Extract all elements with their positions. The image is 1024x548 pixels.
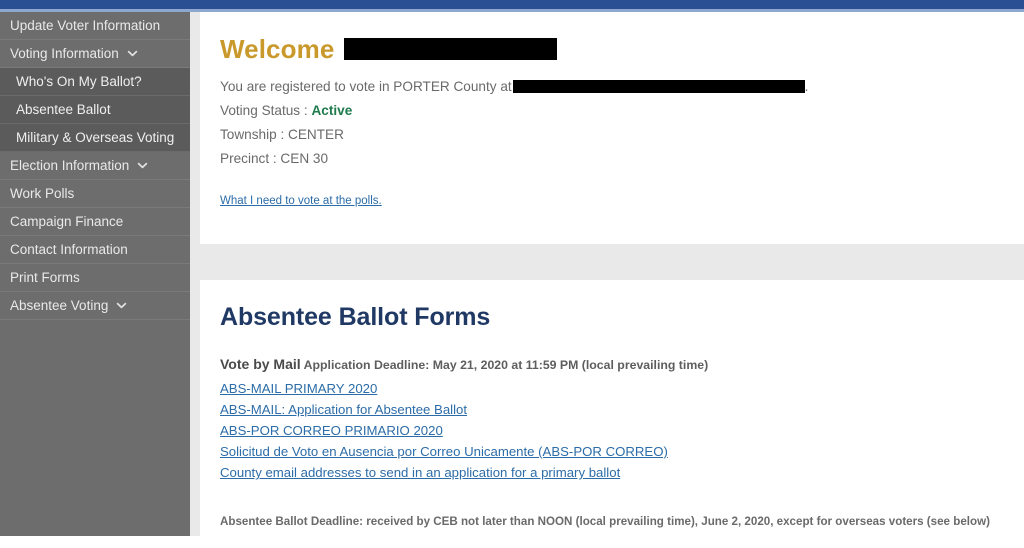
sidebar-item-label: Election Information [10,157,130,173]
sidebar-item-absentee-ballot[interactable]: Absentee Ballot [0,96,190,124]
registration-suffix: . [804,79,809,94]
list-item: ABS-MAIL PRIMARY 2020 [220,378,1000,399]
voting-status-label: Voting Status : [220,103,308,118]
vote-by-mail-label: Vote by Mail [220,356,301,372]
sidebar-item-label: Update Voter Information [10,17,161,33]
sidebar-item-absentee-voting[interactable]: Absentee Voting [0,292,190,320]
page-title: Absentee Ballot Forms [220,303,491,331]
absentee-form-link[interactable]: Solicitud de Voto en Ausencia por Correo… [220,444,668,459]
registration-line: You are registered to vote in PORTER Cou… [220,75,1000,99]
township-line: Township : CENTER [220,127,344,142]
chevron-down-icon [127,48,138,59]
sidebar-item-campaign-finance[interactable]: Campaign Finance [0,208,190,236]
absentee-ballot-forms-card: Absentee Ballot Forms Vote by Mail Appli… [200,280,1024,548]
precinct-line: Precinct : CEN 30 [220,151,329,166]
content-area: Welcome You are registered to vote in PO… [190,12,1024,548]
sidebar-item-label: Work Polls [10,185,75,201]
top-blue-bar [0,0,1024,9]
page-root: Update Voter Information Voting Informati… [0,0,1024,548]
polls-link-wrapper: What I need to vote at the polls. [220,191,1000,209]
list-item: ABS-POR CORREO PRIMARIO 2020 [220,420,1000,441]
chevron-down-icon [137,160,148,171]
redacted-address [512,80,805,93]
absentee-form-link[interactable]: County email addresses to send in an app… [220,465,620,480]
sidebar-item-label: Print Forms [10,269,80,285]
welcome-heading: Welcome [220,34,1000,64]
sidebar-item-election-information[interactable]: Election Information [0,152,190,180]
sidebar-item-label: Voting Information [10,45,119,61]
absentee-ballot-deadline-note: Absentee Ballot Deadline: received by CE… [220,515,990,528]
welcome-card: Welcome You are registered to vote in PO… [200,12,1024,244]
list-item: County email addresses to send in an app… [220,462,1000,483]
vote-by-mail-deadline: Application Deadline: May 21, 2020 at 11… [303,358,709,372]
sidebar-item-contact-information[interactable]: Contact Information [0,236,190,264]
status-badge: Active [311,103,353,118]
sidebar-item-label: Absentee Voting [10,297,109,313]
registration-prefix: You are registered to vote in PORTER Cou… [220,79,512,94]
sidebar-navigation: Update Voter Information Voting Informati… [0,12,190,536]
sidebar-item-label: Campaign Finance [10,213,124,229]
redacted-voter-name [344,38,558,60]
sidebar-item-label: Contact Information [10,241,128,257]
voting-status-line: Voting Status : Active [220,99,1000,123]
sidebar-item-label: Absentee Ballot [16,101,111,117]
welcome-heading-text: Welcome [220,34,335,64]
chevron-down-icon [116,300,127,311]
sidebar-item-voting-information[interactable]: Voting Information [0,40,190,68]
sidebar-item-label: Military & Overseas Voting [16,129,175,145]
absentee-form-link[interactable]: ABS-MAIL PRIMARY 2020 [220,381,377,396]
list-item: ABS-MAIL: Application for Absentee Ballo… [220,399,1000,420]
absentee-form-link[interactable]: ABS-MAIL: Application for Absentee Ballo… [220,402,467,417]
vote-by-mail-line: Vote by Mail Application Deadline: May 2… [220,356,1000,372]
what-i-need-to-vote-link[interactable]: What I need to vote at the polls. [220,195,382,207]
sidebar-item-print-forms[interactable]: Print Forms [0,264,190,292]
absentee-form-link[interactable]: ABS-POR CORREO PRIMARIO 2020 [220,423,443,438]
sidebar-item-work-polls[interactable]: Work Polls [0,180,190,208]
sidebar-item-update-voter-information[interactable]: Update Voter Information [0,12,190,40]
sidebar-item-military-overseas-voting[interactable]: Military & Overseas Voting [0,124,190,152]
sidebar-item-who-s-on-my-ballot[interactable]: Who's On My Ballot? [0,68,190,96]
list-item: Solicitud de Voto en Ausencia por Correo… [220,441,1000,462]
sidebar-item-label: Who's On My Ballot? [16,73,142,89]
absentee-form-link-list: ABS-MAIL PRIMARY 2020 ABS-MAIL: Applicati… [220,378,1000,483]
